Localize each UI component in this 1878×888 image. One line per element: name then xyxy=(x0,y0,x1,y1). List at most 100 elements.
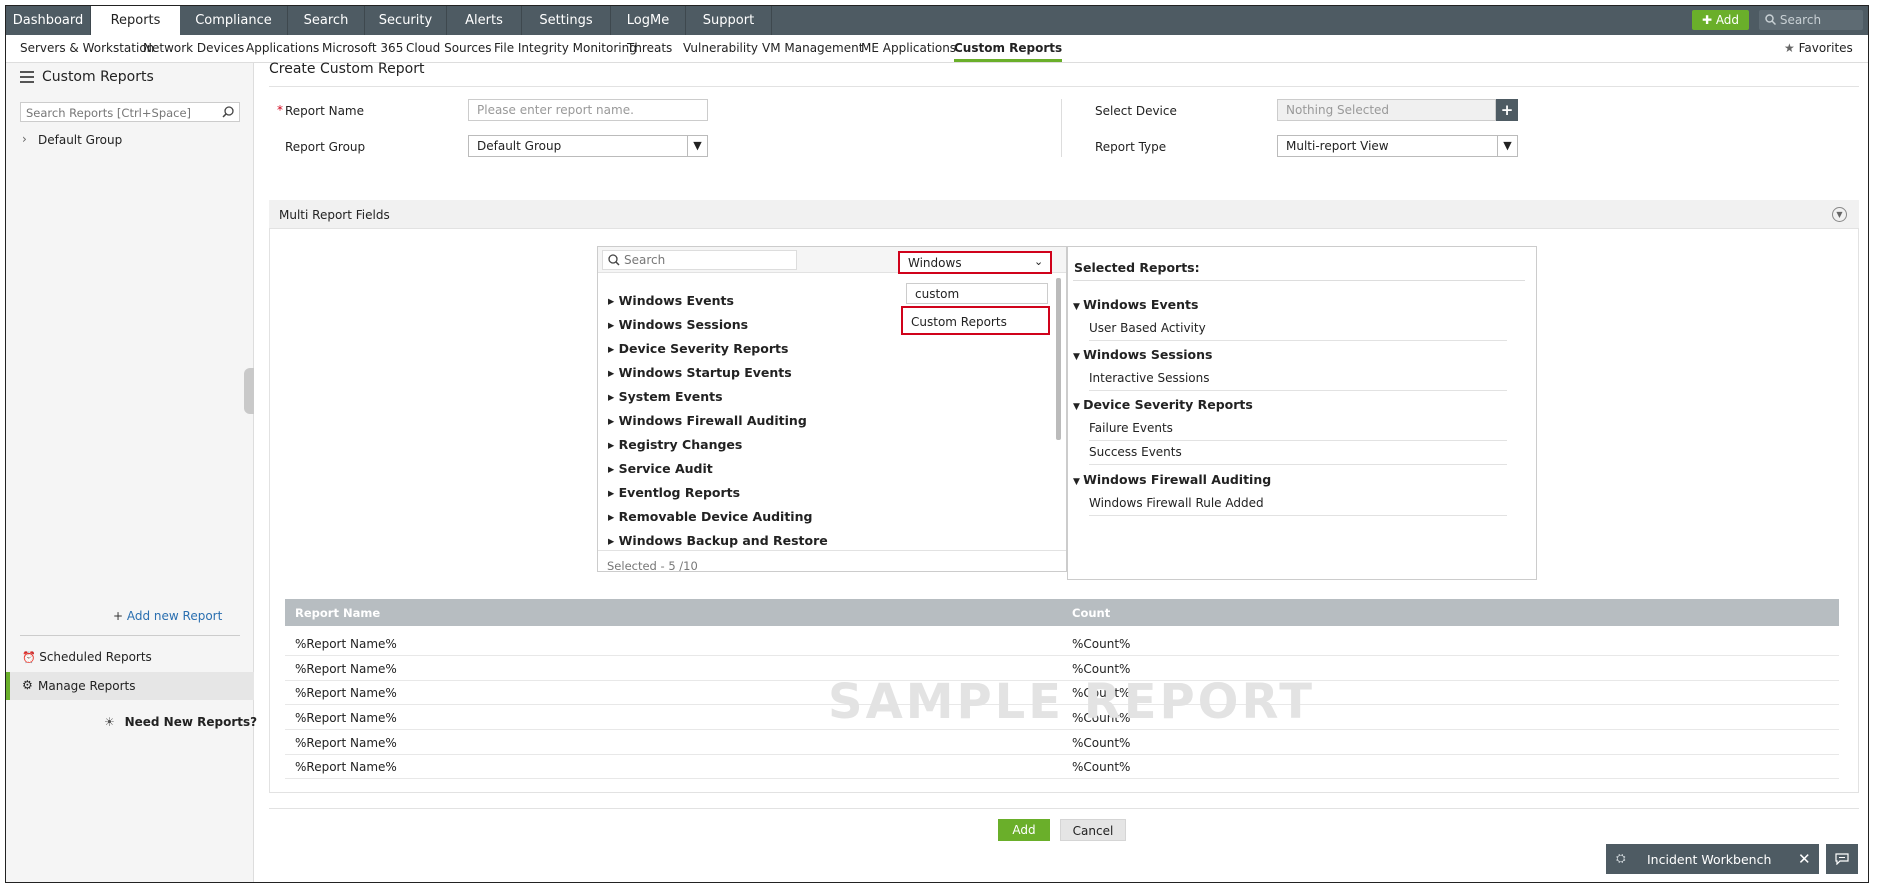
tree-item-label: System Events xyxy=(618,389,723,404)
tab-dashboard[interactable]: Dashboard xyxy=(6,6,91,35)
selected-item[interactable]: Interactive Sessions xyxy=(1089,371,1507,391)
close-icon[interactable]: ✕ xyxy=(1798,850,1811,868)
report-name-input[interactable]: Please enter report name. xyxy=(468,99,708,121)
dropdown-filter-input[interactable]: custom xyxy=(906,283,1048,304)
tree-item[interactable]: ▸ Eventlog Reports xyxy=(608,485,740,500)
table-row: %Report Name% %Count% xyxy=(285,755,1839,779)
cell-count: %Count% xyxy=(1072,736,1131,750)
lightbulb-icon: ☀ xyxy=(104,715,119,729)
tree-item[interactable]: ▸ Device Severity Reports xyxy=(608,341,788,356)
tree-item[interactable]: ▸ Windows Sessions xyxy=(608,317,748,332)
tab-settings[interactable]: Settings xyxy=(522,6,611,35)
divider xyxy=(1061,99,1062,157)
sidebar-search-placeholder: Search Reports [Ctrl+Space] xyxy=(26,106,192,120)
sidebar-search-input[interactable]: Search Reports [Ctrl+Space] xyxy=(20,102,240,122)
hamburger-menu-icon[interactable] xyxy=(20,71,34,83)
manage-reports-link[interactable]: ⚙ Manage Reports xyxy=(6,672,254,700)
tree-item[interactable]: ▸ Registry Changes xyxy=(608,437,742,452)
chevron-right-icon[interactable]: › xyxy=(22,132,27,146)
tree-item[interactable]: ▸ Windows Backup and Restore xyxy=(608,533,828,548)
select-device-input[interactable]: Nothing Selected xyxy=(1277,99,1496,121)
chat-button[interactable] xyxy=(1826,844,1858,874)
tree-item-label: Registry Changes xyxy=(618,437,743,452)
add-new-report-link[interactable]: + Add new Report xyxy=(113,609,222,623)
sidebar-title: Custom Reports xyxy=(42,69,154,85)
collapse-toggle-icon[interactable]: ▼ xyxy=(1832,207,1847,222)
search-icon xyxy=(608,254,620,266)
tree-item[interactable]: ▸ Removable Device Auditing xyxy=(608,509,812,524)
selected-group[interactable]: ▼ Device Severity Reports xyxy=(1073,397,1253,412)
selected-group-label: Device Severity Reports xyxy=(1083,397,1253,412)
chevron-down-icon: ▼ xyxy=(1497,136,1517,156)
subnav-threats[interactable]: Threats xyxy=(627,35,672,62)
subnav-applications[interactable]: Applications xyxy=(246,35,319,62)
scrollbar[interactable] xyxy=(1056,278,1061,440)
dropdown-option-custom-reports[interactable]: Custom Reports xyxy=(901,306,1050,335)
tree-item-label: Device Severity Reports xyxy=(618,341,789,356)
tab-support[interactable]: Support xyxy=(686,6,772,35)
tree-item-label: Removable Device Auditing xyxy=(618,509,813,524)
global-search-input[interactable]: Search xyxy=(1759,10,1863,30)
scheduled-reports-label: Scheduled Reports xyxy=(39,650,152,664)
selected-item[interactable]: Success Events xyxy=(1089,445,1507,465)
tree-item[interactable]: ▸ Service Audit xyxy=(608,461,713,476)
plus-icon: + xyxy=(1500,101,1514,119)
tab-search[interactable]: Search xyxy=(288,6,365,35)
selected-group-label: Windows Events xyxy=(1083,297,1199,312)
cell-report-name: %Report Name% xyxy=(295,686,397,700)
tree-item-label: Service Audit xyxy=(618,461,713,476)
subnav-file-integrity-monitoring[interactable]: File Integrity Monitoring xyxy=(494,35,637,62)
tree-item-default-group[interactable]: Default Group xyxy=(38,133,122,147)
dropdown-filter-value: custom xyxy=(915,287,960,301)
selected-item[interactable]: User Based Activity xyxy=(1089,321,1507,341)
tree-item[interactable]: ▸ Windows Events xyxy=(608,293,734,308)
picker-search-input[interactable]: Search xyxy=(602,250,797,270)
selected-group[interactable]: ▼ Windows Firewall Auditing xyxy=(1073,472,1271,487)
need-new-reports-link[interactable]: ☀ Need New Reports? xyxy=(104,715,257,729)
sidebar-collapse-handle[interactable] xyxy=(244,368,254,414)
cell-report-name: %Report Name% xyxy=(295,637,397,651)
search-icon xyxy=(222,106,234,118)
subnav-vulnerability[interactable]: Vulnerability xyxy=(683,35,758,62)
tree-item[interactable]: ▸ Windows Startup Events xyxy=(608,365,792,380)
category-select[interactable]: Windows ⌄ xyxy=(898,251,1052,274)
tab-reports[interactable]: Reports xyxy=(91,6,180,35)
subnav-me-applications[interactable]: ME Applications xyxy=(861,35,956,62)
table-header: Report Name Count xyxy=(285,599,1839,626)
tab-alerts[interactable]: Alerts xyxy=(447,6,522,35)
report-group-select[interactable]: Default Group ▼ xyxy=(468,135,708,157)
incident-workbench-bar[interactable]: ⛭ Incident Workbench ✕ xyxy=(1606,844,1819,874)
subnav-custom-reports[interactable]: Custom Reports xyxy=(954,35,1063,62)
section-header: Multi Report Fields ▼ xyxy=(269,200,1859,229)
tab-compliance[interactable]: Compliance xyxy=(180,6,288,35)
scheduled-reports-link[interactable]: ⏰ Scheduled Reports xyxy=(22,650,152,664)
alarm-clock-icon: ⏰ xyxy=(22,651,40,664)
tree-item[interactable]: ▸ Windows Firewall Auditing xyxy=(608,413,807,428)
subnav-vm-management[interactable]: VM Management xyxy=(762,35,863,62)
cell-report-name: %Report Name% xyxy=(295,760,397,774)
top-nav: Dashboard Reports Compliance Search Secu… xyxy=(6,6,1868,35)
selected-count: Selected - 5 /10 xyxy=(607,559,698,573)
subnav-servers-workstation[interactable]: Servers & Workstation xyxy=(20,35,154,62)
subnav-network-devices[interactable]: Network Devices xyxy=(143,35,244,62)
add-new-report-label: Add new Report xyxy=(126,609,223,623)
selected-group[interactable]: ▼ Windows Events xyxy=(1073,297,1198,312)
selected-group[interactable]: ▼ Windows Sessions xyxy=(1073,347,1212,362)
tree-item[interactable]: ▸ System Events xyxy=(608,389,723,404)
favorites-link[interactable]: ★ Favorites xyxy=(1784,35,1853,62)
selected-item[interactable]: Failure Events xyxy=(1089,421,1507,441)
selected-item[interactable]: Windows Firewall Rule Added xyxy=(1089,496,1507,516)
add-device-button[interactable]: + xyxy=(1496,99,1518,121)
cancel-button[interactable]: Cancel xyxy=(1060,819,1126,841)
tree-item-label: Windows Startup Events xyxy=(618,365,792,380)
app-window: Dashboard Reports Compliance Search Secu… xyxy=(5,5,1869,883)
subnav-cloud-sources[interactable]: Cloud Sources xyxy=(406,35,492,62)
tab-logme[interactable]: LogMe xyxy=(611,6,686,35)
tab-security[interactable]: Security xyxy=(365,6,447,35)
report-type-select[interactable]: Multi-report View ▼ xyxy=(1277,135,1518,157)
add-button[interactable]: ✚ Add xyxy=(1692,10,1749,30)
chat-icon xyxy=(1835,853,1849,865)
cell-report-name: %Report Name% xyxy=(295,736,397,750)
subnav-microsoft-365[interactable]: Microsoft 365 xyxy=(322,35,403,62)
add-report-button[interactable]: Add xyxy=(998,819,1050,841)
